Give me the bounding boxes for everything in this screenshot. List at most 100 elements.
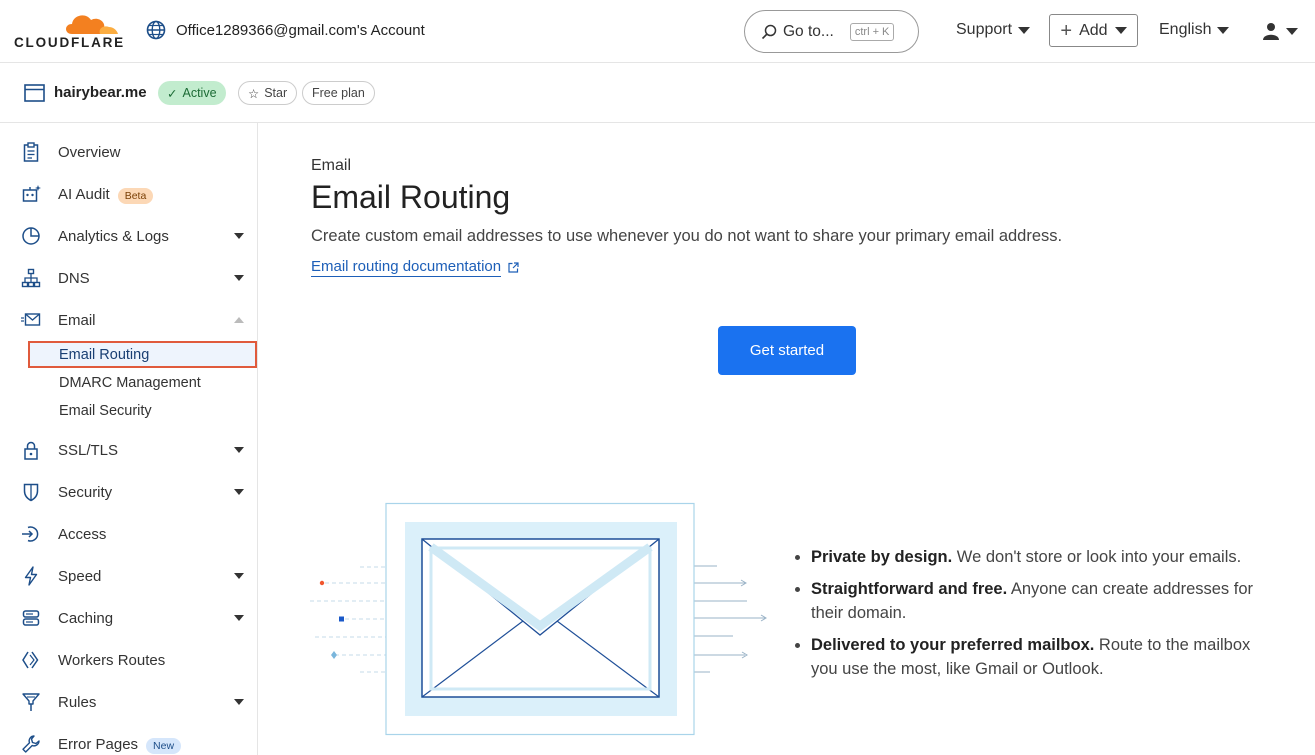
light-blue-diamond — [331, 651, 337, 659]
language-label: English — [1159, 21, 1212, 38]
sidebar-item-security[interactable]: Security — [0, 477, 257, 507]
plan-label: Free plan — [312, 86, 365, 100]
feature-list: Private by design. We don't store or loo… — [793, 545, 1273, 689]
star-button[interactable]: ☆ Star — [238, 81, 298, 105]
workers-icon — [22, 651, 39, 669]
lightning-icon — [24, 566, 38, 586]
rules-icon — [22, 693, 40, 711]
cloud-logo-icon — [66, 15, 118, 34]
storage-icon — [22, 610, 40, 626]
sidebar-item-ai-audit[interactable]: AI Audit Beta — [0, 179, 257, 209]
beta-badge: Beta — [117, 187, 154, 204]
sidebar-item-caching[interactable]: Caching — [0, 603, 257, 633]
sidebar-item-overview[interactable]: Overview — [0, 137, 257, 167]
star-icon: ☆ — [248, 86, 260, 101]
shield-icon — [23, 483, 39, 502]
check-icon: ✓ — [167, 86, 178, 101]
breadcrumb: Email — [311, 157, 352, 174]
sidebar-item-label: Caching — [58, 609, 114, 627]
goto-search[interactable]: Go to... ctrl + K — [744, 10, 919, 53]
sidebar-item-email[interactable]: Email — [0, 305, 257, 335]
access-icon — [22, 526, 39, 542]
sidebar-item-label: Overview — [58, 143, 121, 161]
plan-badge[interactable]: Free plan — [302, 81, 375, 105]
chevron-down-icon — [1217, 26, 1230, 34]
sidebar-item-access[interactable]: Access — [0, 519, 257, 549]
sidebar-item-speed[interactable]: Speed — [0, 561, 257, 591]
search-icon — [761, 24, 777, 39]
sidebar-item-label: Email — [58, 311, 96, 329]
add-label: Add — [1079, 21, 1108, 39]
sidebar-item-dns[interactable]: DNS — [0, 263, 257, 293]
documentation-link-label: Email routing documentation — [311, 258, 502, 277]
status-label: Active — [182, 86, 217, 100]
page-description: Create custom email addresses to use whe… — [311, 227, 1063, 245]
clipboard-icon — [23, 142, 39, 162]
status-badge: ✓ Active — [158, 81, 226, 105]
zone-bar: hairybear.me ✓ Active ☆ Star Free plan — [0, 63, 1315, 123]
pie-chart-icon — [22, 227, 40, 245]
chevron-down-icon — [234, 275, 244, 281]
chevron-up-icon — [234, 317, 244, 323]
blue-square — [339, 616, 344, 622]
star-label: Star — [264, 86, 288, 100]
chevron-down-icon — [234, 699, 244, 705]
top-header: CLOUDFLARE Office1289366@gmail.com's Acc… — [0, 0, 1315, 63]
chevron-down-icon — [234, 489, 244, 495]
sidebar-item-label: DNS — [58, 269, 90, 287]
user-icon — [1263, 23, 1279, 40]
zone-name[interactable]: hairybear.me — [54, 84, 147, 101]
feature-item: Private by design. We don't store or loo… — [811, 545, 1273, 569]
chevron-down-icon — [1018, 26, 1031, 34]
chevron-down-icon — [234, 615, 244, 621]
browser-window-icon — [24, 84, 45, 102]
chevron-down-icon — [1114, 27, 1127, 34]
sidebar-item-label: Speed — [58, 567, 102, 585]
sidebar-item-analytics[interactable]: Analytics & Logs — [0, 221, 257, 251]
error-pages-label: Error Pages — [58, 735, 139, 753]
goto-label: Go to... — [783, 22, 834, 40]
feature-item: Delivered to your preferred mailbox. Rou… — [811, 633, 1273, 681]
chevron-down-icon — [234, 233, 244, 239]
sidebar-item-workers-routes[interactable]: Workers Routes — [0, 645, 257, 675]
page-title: Email Routing — [311, 179, 511, 215]
account-switcher[interactable]: Office1289366@gmail.com's Account — [146, 20, 425, 40]
wrench-icon — [22, 735, 40, 753]
chevron-down-icon — [234, 447, 244, 453]
sidebar-item-label: Rules — [58, 693, 97, 711]
sidebar-item-rules[interactable]: Rules — [0, 687, 257, 717]
external-link-icon — [508, 262, 519, 273]
get-started-button[interactable]: Get started — [718, 326, 856, 375]
documentation-link[interactable]: Email routing documentation — [311, 258, 519, 277]
sidebar-item-label: Access — [58, 525, 107, 543]
sidebar-item-label: Workers Routes — [58, 651, 166, 669]
sidebar: Overview AI Audit Beta Analytics & Logs — [0, 123, 258, 755]
feature-title: Private by design. — [811, 548, 953, 566]
add-button[interactable]: + Add — [1049, 14, 1138, 47]
feature-title: Delivered to your preferred mailbox. — [811, 636, 1095, 654]
sidebar-subitem-email-security[interactable]: Email Security — [59, 403, 152, 419]
globe-icon — [146, 20, 166, 40]
feature-title: Straightforward and free. — [811, 580, 1008, 598]
support-menu[interactable]: Support — [956, 21, 1031, 39]
account-name: Office1289366@gmail.com's Account — [176, 21, 425, 39]
orange-dot — [319, 580, 325, 586]
chevron-down-icon — [234, 573, 244, 579]
cloudflare-logo[interactable]: CLOUDFLARE — [14, 10, 123, 50]
sidebar-item-label: Analytics & Logs — [58, 227, 169, 245]
lock-icon — [24, 441, 38, 460]
user-menu[interactable] — [1262, 22, 1298, 40]
sidebar-subitem-email-routing[interactable]: Email Routing — [59, 347, 149, 363]
feature-item: Straightforward and free. Anyone can cre… — [811, 577, 1273, 625]
email-icon — [21, 313, 41, 326]
sidebar-item-label: AI Audit Beta — [58, 185, 154, 204]
email-routing-illustration — [310, 502, 767, 736]
sidebar-item-ssl-tls[interactable]: SSL/TLS — [0, 435, 257, 465]
language-menu[interactable]: English — [1159, 21, 1230, 39]
plus-icon: + — [1060, 19, 1073, 42]
sidebar-subitem-dmarc[interactable]: DMARC Management — [59, 375, 201, 391]
sidebar-item-label: Security — [58, 483, 113, 501]
sidebar-item-error-pages[interactable]: Error Pages New — [0, 729, 257, 755]
ai-audit-label: AI Audit — [58, 185, 110, 203]
new-badge: New — [146, 737, 182, 754]
